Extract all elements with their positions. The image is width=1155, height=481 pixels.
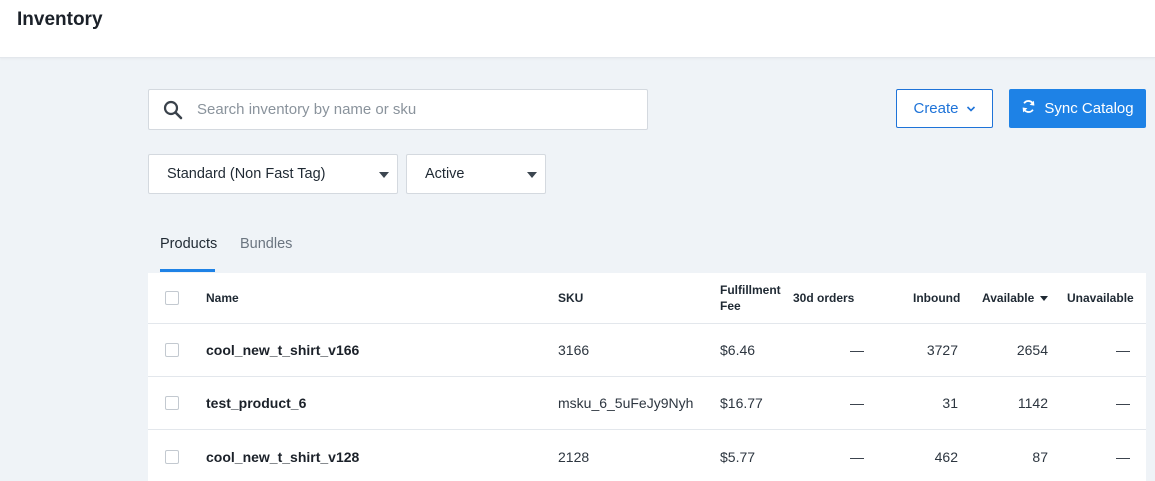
column-header-unavailable[interactable]: Unavailable (1067, 291, 1134, 305)
product-name[interactable]: cool_new_t_shirt_v166 (206, 342, 359, 358)
status-select[interactable]: Active (406, 154, 546, 194)
active-tab-indicator (160, 269, 215, 272)
tab-products[interactable]: Products (160, 236, 217, 252)
fulfillment-fee: $6.46 (720, 342, 756, 358)
inbound-count: 31 (942, 395, 958, 411)
select-all-checkbox[interactable] (165, 291, 179, 305)
column-header-available-label: Available (982, 291, 1035, 305)
inventory-table: Name SKU Fulfillment Fee 30d orders Inbo… (148, 273, 1146, 481)
inbound-count: 462 (934, 448, 958, 465)
column-header-fulfillment-fee[interactable]: Fulfillment Fee (720, 282, 781, 314)
tab-bundles[interactable]: Bundles (240, 236, 292, 252)
product-type-value: Standard (Non Fast Tag) (167, 166, 326, 182)
fulfillment-fee: $5.77 (720, 448, 756, 465)
product-type-select[interactable]: Standard (Non Fast Tag) (148, 154, 398, 194)
column-header-available[interactable]: Available (982, 291, 1049, 305)
table-row[interactable]: test_product_6 msku_6_5uFeJy9Nyh $16.77 … (148, 377, 1146, 430)
product-sku: 2128 (558, 448, 590, 465)
inbound-count: 3727 (926, 342, 958, 358)
fulfillment-fee: $16.77 (720, 395, 763, 411)
column-header-30d-orders[interactable]: 30d orders (793, 291, 854, 305)
available-count: 87 (1032, 448, 1048, 465)
search-icon (163, 100, 183, 120)
sort-desc-icon (1040, 295, 1049, 301)
table-row[interactable]: cool_new_t_shirt_v128 2128 $5.77 — 462 8… (148, 430, 1146, 481)
product-name[interactable]: test_product_6 (206, 395, 306, 411)
column-header-name[interactable]: Name (206, 291, 239, 305)
chevron-down-icon (966, 100, 976, 117)
status-value: Active (425, 166, 465, 182)
column-header-fee-line1: Fulfillment (720, 283, 781, 297)
table-row[interactable]: cool_new_t_shirt_v166 3166 $6.46 — 3727 … (148, 324, 1146, 377)
sync-catalog-button[interactable]: Sync Catalog (1009, 89, 1146, 128)
search-input[interactable] (197, 90, 637, 129)
sync-icon (1021, 99, 1036, 118)
sync-catalog-label: Sync Catalog (1044, 100, 1134, 117)
unavailable-count: — (1116, 448, 1130, 465)
orders-30d: — (850, 342, 864, 358)
caret-down-icon (527, 172, 537, 178)
row-checkbox[interactable] (165, 396, 179, 410)
search-box[interactable] (148, 89, 648, 130)
product-sku: msku_6_5uFeJy9Nyh (558, 395, 694, 411)
column-header-fee-line2: Fee (720, 299, 741, 313)
row-checkbox[interactable] (165, 449, 179, 464)
unavailable-count: — (1116, 342, 1130, 358)
top-bar: Inventory (0, 0, 1155, 58)
caret-down-icon (379, 172, 389, 178)
unavailable-count: — (1116, 395, 1130, 411)
orders-30d: — (850, 395, 864, 411)
available-count: 1142 (1017, 395, 1048, 411)
create-button[interactable]: Create (896, 89, 993, 128)
column-header-inbound[interactable]: Inbound (913, 291, 960, 305)
column-header-sku[interactable]: SKU (558, 291, 583, 305)
table-header-row: Name SKU Fulfillment Fee 30d orders Inbo… (148, 273, 1146, 324)
row-checkbox[interactable] (165, 343, 179, 357)
available-count: 2654 (1016, 342, 1048, 358)
create-button-label: Create (913, 100, 959, 117)
page-title: Inventory (17, 9, 103, 30)
orders-30d: — (850, 448, 864, 465)
product-name[interactable]: cool_new_t_shirt_v128 (206, 449, 359, 465)
product-sku: 3166 (558, 342, 590, 358)
